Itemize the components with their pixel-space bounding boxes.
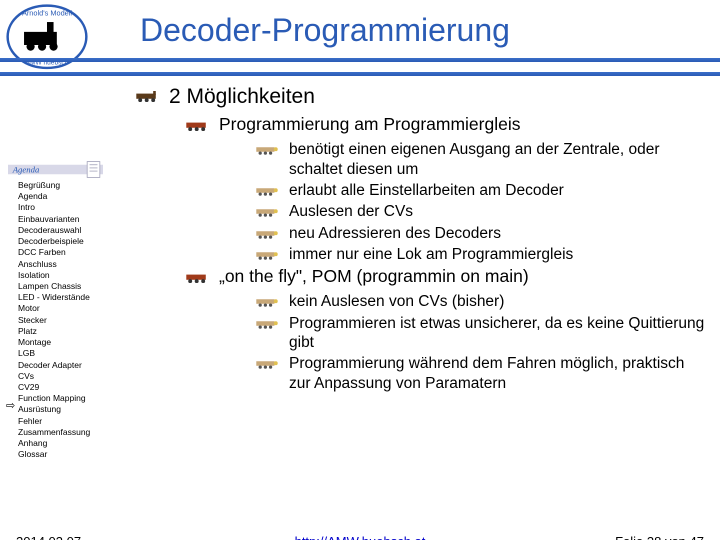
bullet-l1: 2 Möglichkeiten: [135, 84, 710, 110]
agenda-item: Fehler: [18, 416, 126, 427]
agenda-item: Ausrüstung: [18, 404, 126, 415]
agenda-item: Lampen Chassis: [18, 281, 126, 292]
agenda-item: CVs: [18, 371, 126, 382]
agenda-item: LED - Widerstände: [18, 292, 126, 303]
agenda-item: Einbauvarianten: [18, 214, 126, 225]
bullet-l3: immer nur eine Lok am Programmiergleis: [255, 245, 710, 264]
corner-logo: Arnold's Modell AMW huebsch: [6, 4, 88, 66]
bullet-l3: neu Adressieren des Decoders: [255, 224, 710, 243]
agenda-header-graphic: Agenda: [8, 160, 103, 180]
bullet-text: 2 Möglichkeiten: [169, 85, 315, 108]
content-area: 2 Möglichkeiten Programmierung am Progra…: [135, 82, 710, 395]
arrow-icon: ⇨: [6, 399, 15, 412]
agenda-item: LGB: [18, 348, 126, 359]
svg-text:Agenda: Agenda: [12, 165, 40, 175]
train-bullet-icon: [255, 144, 281, 156]
bullet-text: Programmierung während dem Fahren möglic…: [289, 355, 684, 391]
agenda-item: Glossar: [18, 449, 126, 460]
agenda-item: Decoder Adapter: [18, 360, 126, 371]
agenda-list: BegrüßungAgendaIntroEinbauvariantenDecod…: [18, 180, 126, 460]
bullet-l3: Programmieren ist etwas unsicherer, da e…: [255, 314, 710, 353]
bullet-l3: Programmierung während dem Fahren möglic…: [255, 354, 710, 393]
agenda-item: Montage: [18, 337, 126, 348]
agenda-item: Motor: [18, 303, 126, 314]
train-bullet-icon: [255, 318, 281, 330]
agenda-item: Stecker: [18, 315, 126, 326]
bullet-l3: Auslesen der CVs: [255, 202, 710, 221]
bullet-l3: benötigt einen eigenen Ausgang an der Ze…: [255, 140, 710, 179]
train-bullet-icon: [255, 206, 281, 218]
agenda-item: DCC Farben: [18, 247, 126, 258]
agenda-item: Function Mapping: [18, 393, 126, 404]
footer-page: Folie 38 von 47: [615, 534, 704, 540]
bullet-text: Auslesen der CVs: [289, 203, 413, 220]
bullet-text: Programmierung am Programmiergleis: [219, 114, 520, 134]
agenda-item: Begrüßung: [18, 180, 126, 191]
divider: [0, 58, 720, 62]
bullet-l3: erlaubt alle Einstellarbeiten am Decoder: [255, 181, 710, 200]
agenda-item: Agenda: [18, 191, 126, 202]
train-bullet-icon: [255, 185, 281, 197]
bullet-text: benötigt einen eigenen Ausgang an der Ze…: [289, 141, 660, 177]
bullet-l2: Programmierung am Programmiergleis: [185, 114, 710, 136]
divider: [0, 72, 720, 76]
bullet-text: „on the fly", POM (programmin on main): [219, 266, 529, 286]
bullet-text: kein Auslesen von CVs (bisher): [289, 293, 504, 310]
agenda-item: Anschluss: [18, 259, 126, 270]
train-bullet-icon: [255, 249, 281, 261]
agenda-item: Anhang: [18, 438, 126, 449]
bullet-text: neu Adressieren des Decoders: [289, 225, 501, 242]
train-bullet-icon: [135, 91, 161, 103]
agenda-item: CV29: [18, 382, 126, 393]
train-bullet-icon: [185, 272, 211, 284]
agenda-item: Decoderbeispiele: [18, 236, 126, 247]
bullet-text: erlaubt alle Einstellarbeiten am Decoder: [289, 182, 564, 199]
bullet-l3: kein Auslesen von CVs (bisher): [255, 292, 710, 311]
agenda-item: Isolation: [18, 270, 126, 281]
agenda-item: Platz: [18, 326, 126, 337]
svg-text:Arnold's Modell: Arnold's Modell: [22, 8, 72, 17]
slide-title: Decoder-Programmierung: [140, 12, 510, 49]
bullet-text: Programmieren ist etwas unsicherer, da e…: [289, 315, 704, 351]
agenda-item: Decoderauswahl: [18, 225, 126, 236]
train-bullet-icon: [185, 120, 211, 132]
train-bullet-icon: [255, 358, 281, 370]
bullet-l2: „on the fly", POM (programmin on main): [185, 266, 710, 288]
agenda-item: Intro: [18, 202, 126, 213]
train-bullet-icon: [255, 228, 281, 240]
train-bullet-icon: [255, 296, 281, 308]
footer-url[interactable]: http://AMW.huebsch.at: [0, 534, 720, 540]
agenda-item: Zusammenfassung: [18, 427, 126, 438]
bullet-text: immer nur eine Lok am Programmiergleis: [289, 246, 573, 263]
